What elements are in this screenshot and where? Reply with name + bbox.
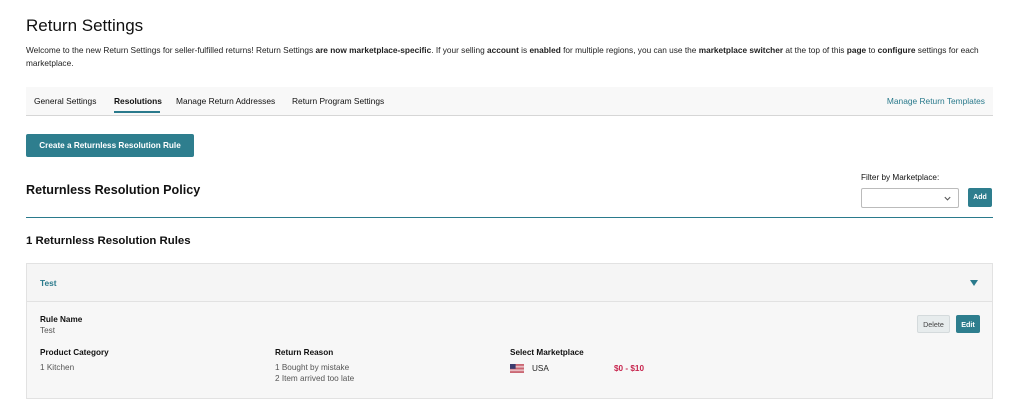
rule-card-header[interactable]: Test (27, 264, 992, 302)
create-returnless-rule-button[interactable]: Create a Returnless Resolution Rule (26, 134, 194, 157)
rule-name-label: Rule Name (40, 315, 83, 324)
policy-title: Returnless Resolution Policy (26, 183, 201, 197)
price-range: $0 - $10 (614, 364, 645, 373)
us-flag-icon (510, 364, 524, 373)
rules-count-heading: 1 Returnless Resolution Rules (26, 235, 191, 247)
marketplace-value: USA (532, 364, 549, 373)
chevron-down-icon (944, 196, 951, 201)
return-reason-item: 2 Item arrived too late (275, 374, 355, 383)
filter-marketplace-select[interactable] (861, 188, 959, 208)
section-divider (26, 217, 993, 218)
filter-marketplace-label: Filter by Marketplace: (861, 173, 940, 182)
manage-return-templates-link[interactable]: Manage Return Templates (887, 96, 985, 106)
caret-down-icon[interactable] (970, 280, 978, 287)
product-category-label: Product Category (40, 348, 109, 357)
product-category-value: 1 Kitchen (40, 363, 75, 372)
page-title: Return Settings (26, 16, 144, 35)
rule-card-title: Test (40, 278, 57, 288)
tab-general-settings[interactable]: General Settings (34, 96, 96, 106)
return-reason-label: Return Reason (275, 348, 334, 357)
intro-text: Welcome to the new Return Settings for s… (26, 45, 979, 68)
return-reason-item: 1 Bought by mistake (275, 363, 350, 372)
tab-resolutions[interactable]: Resolutions (114, 96, 162, 106)
tab-return-program-settings[interactable]: Return Program Settings (292, 96, 384, 106)
add-marketplace-filter-button[interactable]: Add (968, 188, 992, 207)
select-marketplace-label: Select Marketplace (510, 348, 584, 357)
active-tab-indicator (114, 111, 160, 113)
settings-tabs: General Settings Resolutions Manage Retu… (26, 87, 993, 116)
tab-manage-return-addresses[interactable]: Manage Return Addresses (176, 96, 275, 106)
rule-card: Test Rule Name Test Delete Edit Product … (26, 263, 993, 399)
rule-name-value: Test (40, 326, 56, 335)
delete-rule-button[interactable]: Delete (917, 315, 950, 333)
edit-rule-button[interactable]: Edit (956, 315, 980, 333)
